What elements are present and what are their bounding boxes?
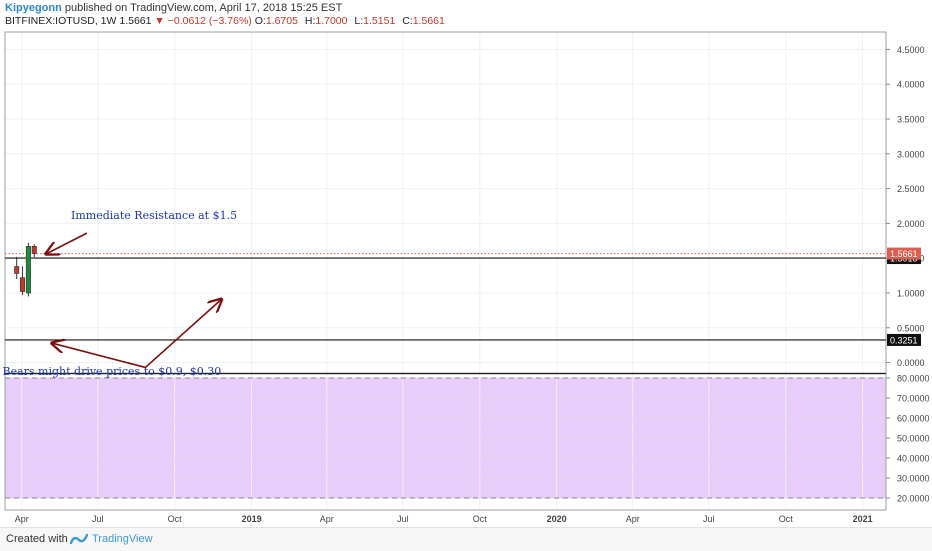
stochastic-axis-label: 70.0000 [897, 394, 930, 404]
time-axis-label: 2021 [853, 514, 873, 524]
footer-bar: Created with TradingView [0, 527, 932, 551]
time-axis-label: Apr [626, 514, 640, 524]
resistance-annotation: Immediate Resistance at $1.5 [71, 209, 237, 222]
price-axis-label: 1.0000 [897, 288, 925, 298]
time-axis-label: 2019 [242, 514, 262, 524]
price-axis-label: 0.0000 [897, 358, 925, 368]
price-axis-label: 0.5000 [897, 323, 925, 333]
price-axis-label: 3.5000 [897, 114, 925, 124]
time-axis-label: Oct [779, 514, 794, 524]
stochastic-axis-label: 50.0000 [897, 434, 930, 444]
chart-canvas[interactable]: 4.50004.00003.50003.00002.50002.00001.50… [0, 0, 932, 527]
time-axis-label: Oct [168, 514, 183, 524]
stochastic-axis-label: 40.0000 [897, 454, 930, 464]
candle-body [14, 266, 20, 274]
annotation-arrow [144, 299, 221, 369]
price-axis-label: 4.0000 [897, 80, 925, 90]
time-axis-label: Apr [320, 514, 334, 524]
time-axis-label: Jul [397, 514, 409, 524]
time-axis-label: 2020 [547, 514, 567, 524]
stochastic-axis-label: 60.0000 [897, 414, 930, 424]
stochastic-axis-label: 30.0000 [897, 474, 930, 484]
bears-annotation: Bears might drive prices to $0.9, $0.30 [2, 365, 221, 378]
candle-body [31, 246, 37, 254]
last-price-tag-label: 1.5661 [890, 249, 918, 259]
line-price-tag-label: 0.3251 [890, 335, 918, 345]
price-axis-label: 2.0000 [897, 219, 925, 229]
tradingview-brand[interactable]: TradingView [92, 533, 153, 545]
annotation-arrow [52, 343, 146, 369]
price-axis-label: 3.0000 [897, 149, 925, 159]
tradingview-logo-icon [70, 533, 88, 545]
time-axis-label: Oct [473, 514, 488, 524]
time-axis-label: Jul [92, 514, 104, 524]
price-panel-frame [4, 31, 887, 374]
price-axis-label: 2.5000 [897, 184, 925, 194]
created-with-text: Created with [6, 533, 68, 545]
candle-body [20, 277, 26, 292]
annotation-arrow [46, 232, 88, 254]
time-axis-label: Jul [703, 514, 715, 524]
candle-body [25, 246, 31, 294]
stochastic-axis-label: 20.0000 [897, 494, 930, 504]
price-axis-label: 4.5000 [897, 45, 925, 55]
stochastic-axis-label: 80.0000 [897, 374, 930, 384]
time-axis-label: Apr [15, 514, 29, 524]
